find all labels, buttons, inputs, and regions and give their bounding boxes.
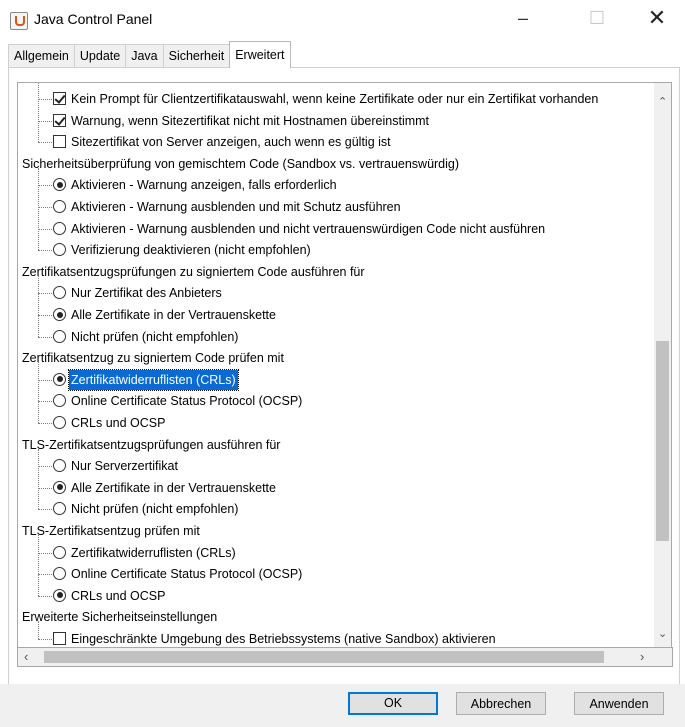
- tree-connector: [38, 315, 52, 316]
- tree-connector: [38, 228, 52, 230]
- title-bar: Java Control Panel – ☐ ✕: [0, 0, 685, 40]
- option-label[interactable]: Nur Zertifikat des Anbieters: [71, 283, 222, 303]
- scroll-up-icon[interactable]: ⌃: [658, 95, 667, 108]
- checkbox[interactable]: [53, 632, 66, 645]
- option-label[interactable]: CRLs und OCSP: [71, 586, 165, 606]
- radio-button[interactable]: [53, 308, 66, 321]
- radio-button[interactable]: [53, 588, 66, 602]
- group-label: Sicherheitsüberprüfung von gemischtem Co…: [22, 156, 460, 171]
- settings-tree[interactable]: Kein Prompt für Clientzertifikatauswahl,…: [17, 82, 655, 649]
- minimize-button[interactable]: –: [500, 0, 546, 36]
- apply-button[interactable]: Anwenden: [574, 692, 664, 715]
- option-label[interactable]: Aktivieren - Warnung ausblenden und nich…: [71, 219, 545, 239]
- tree-connector: [38, 250, 52, 252]
- option-label[interactable]: Nicht prüfen (nicht empfohlen): [71, 327, 238, 347]
- horizontal-scroll-thumb[interactable]: [44, 651, 604, 663]
- tree-connector-line: [38, 535, 39, 596]
- group-label: Erweiterte Sicherheitseinstellungen: [22, 610, 218, 625]
- group-label: TLS-Zertifikatsentzug prüfen mit: [22, 524, 200, 538]
- tree-connector: [38, 423, 52, 424]
- option-label[interactable]: Alle Zertifikate in der Vertrauenskette: [71, 478, 276, 498]
- tree-connector-line: [38, 167, 39, 251]
- scroll-left-icon[interactable]: ‹: [24, 649, 28, 664]
- tab-sicherheit[interactable]: Sicherheit: [162, 44, 231, 67]
- tree-connector: [38, 120, 52, 122]
- tree-connector: [38, 207, 52, 208]
- option-label[interactable]: Eingeschränkte Umgebung des Betriebssyst…: [71, 629, 496, 648]
- radio-button[interactable]: [53, 178, 66, 192]
- option-label[interactable]: Sitezertifikat von Server anzeigen, auch…: [71, 132, 391, 152]
- maximize-button[interactable]: ☐: [574, 0, 620, 36]
- close-button[interactable]: ✕: [634, 0, 680, 36]
- group-label: TLS-Zertifikatsentzugsprüfungen ausführe…: [22, 437, 281, 452]
- option-label[interactable]: Zertifikatwiderruflisten (CRLs): [68, 368, 239, 391]
- group-label: Zertifikatsentzug zu signiertem Code prü…: [22, 351, 284, 366]
- tree-connector: [38, 487, 52, 489]
- option-label[interactable]: Online Certificate Status Protocol (OCSP…: [71, 391, 302, 411]
- tree-connector: [38, 595, 52, 597]
- option-label[interactable]: Kein Prompt für Clientzertifikatauswahl,…: [71, 89, 598, 109]
- tree-connector-line: [38, 362, 39, 423]
- radio-button[interactable]: [53, 329, 66, 343]
- option-label[interactable]: Nur Serverzertifikat: [71, 456, 178, 476]
- tree-connector: [38, 185, 52, 187]
- tree-connector-line: [38, 448, 39, 510]
- option-label[interactable]: Zertifikatwiderruflisten (CRLs): [71, 543, 236, 563]
- radio-button[interactable]: [53, 480, 66, 494]
- radio-button[interactable]: [53, 502, 66, 516]
- radio-button[interactable]: [53, 200, 66, 213]
- option-label[interactable]: Alle Zertifikate in der Vertrauenskette: [71, 305, 276, 325]
- tab-java[interactable]: Java: [125, 44, 164, 67]
- tree-connector-line: [38, 275, 39, 337]
- scroll-right-icon[interactable]: ›: [640, 649, 644, 664]
- checkbox[interactable]: [53, 135, 66, 149]
- vertical-scrollbar[interactable]: ⌃ ⌄: [654, 82, 672, 649]
- radio-button[interactable]: [53, 416, 66, 429]
- option-label[interactable]: Online Certificate Status Protocol (OCSP…: [71, 564, 302, 584]
- option-label[interactable]: Warnung, wenn Sitezertifikat nicht mit H…: [71, 111, 429, 131]
- java-icon: [10, 12, 28, 30]
- tree-connector: [38, 336, 52, 338]
- tab-update[interactable]: Update: [73, 44, 127, 67]
- option-label[interactable]: CRLs und OCSP: [71, 413, 165, 433]
- tree-connector: [38, 142, 52, 144]
- radio-button[interactable]: [53, 567, 66, 581]
- window-title: Java Control Panel: [34, 11, 153, 27]
- radio-button[interactable]: [53, 394, 66, 408]
- horizontal-scrollbar[interactable]: ‹ ›: [17, 647, 673, 667]
- tree-connector-line: [38, 621, 39, 639]
- option-label[interactable]: Aktivieren - Warnung ausblenden und mit …: [71, 197, 401, 217]
- radio-button[interactable]: [53, 286, 66, 300]
- radio-button[interactable]: [53, 372, 66, 386]
- option-label[interactable]: Aktivieren - Warnung anzeigen, falls erf…: [71, 175, 337, 195]
- radio-button[interactable]: [53, 243, 66, 257]
- checkbox[interactable]: [53, 92, 66, 105]
- radio-button[interactable]: [53, 221, 66, 235]
- checkbox[interactable]: [53, 113, 66, 127]
- radio-button[interactable]: [53, 545, 66, 559]
- scroll-down-icon[interactable]: ⌄: [658, 627, 667, 640]
- tree-connector-line: [38, 83, 39, 143]
- tab-allgemein[interactable]: Allgemein: [8, 44, 75, 67]
- tree-connector: [38, 293, 52, 295]
- vertical-scroll-thumb[interactable]: [656, 341, 669, 541]
- radio-button[interactable]: [53, 459, 66, 473]
- option-label[interactable]: Nicht prüfen (nicht empfohlen): [71, 499, 238, 519]
- tree-connector: [38, 639, 52, 640]
- tree-connector: [38, 574, 52, 576]
- tree-connector: [38, 509, 52, 511]
- option-label[interactable]: Verifizierung deaktivieren (nicht empfoh…: [71, 240, 311, 260]
- cancel-button[interactable]: Abbrechen: [456, 692, 546, 715]
- tree-connector: [38, 466, 52, 468]
- tab-bar: Allgemein Update Java Sicherheit Erweite…: [8, 41, 291, 68]
- group-label: Zertifikatsentzugsprüfungen zu signierte…: [22, 264, 365, 279]
- tree-connector: [38, 401, 52, 403]
- tree-connector: [38, 99, 52, 100]
- tree-connector: [38, 379, 52, 381]
- ok-button[interactable]: OK: [348, 692, 438, 715]
- tab-erweitert[interactable]: Erweitert: [229, 41, 291, 68]
- tree-connector: [38, 552, 52, 554]
